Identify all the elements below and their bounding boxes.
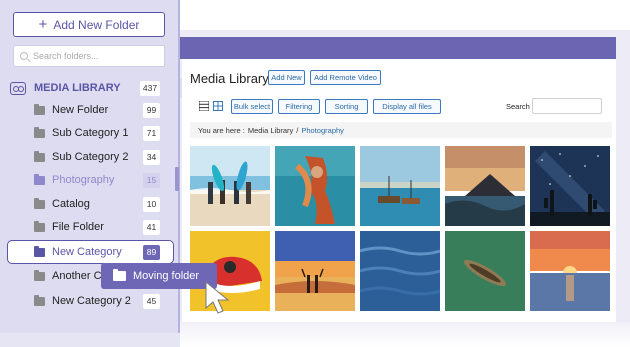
ocean-sunset-image <box>530 231 610 311</box>
background-fade <box>180 322 630 347</box>
folder-icon <box>34 126 45 138</box>
media-search-input[interactable] <box>532 98 602 114</box>
thumbnail-boat-on-green-water[interactable] <box>445 231 525 311</box>
sorting-button[interactable]: Sorting <box>325 99 368 114</box>
media-library-panel: Media Library Add New Add Remote Video B… <box>182 59 616 322</box>
folder-count: 45 <box>143 293 160 309</box>
folder-item-new-category-active[interactable]: New Category 89 <box>7 240 174 264</box>
folder-count: 99 <box>143 102 160 118</box>
folder-item-new-category-2[interactable]: New Category 2 45 <box>34 291 160 311</box>
display-all-files-button[interactable]: Display all files <box>373 99 441 114</box>
thumbnail-starry-cactus-night[interactable] <box>530 146 610 226</box>
mouse-cursor-icon <box>205 280 230 314</box>
folder-label: Sub Category 2 <box>52 151 129 163</box>
folder-label: New Category <box>52 246 122 258</box>
grid-view-icon[interactable] <box>213 101 223 111</box>
folder-label: File Folder <box>52 221 104 233</box>
search-icon <box>20 52 28 60</box>
folder-icon <box>34 173 45 185</box>
thumbnail-harbor-boats[interactable] <box>360 146 440 226</box>
blue-ocean-waves-image <box>360 231 440 311</box>
folder-icon <box>34 150 45 162</box>
thumbnail-blue-ocean-waves[interactable] <box>360 231 440 311</box>
moving-folder-label: Moving folder <box>133 270 200 282</box>
list-view-icon[interactable] <box>199 101 209 111</box>
boat-on-green-water-image <box>445 231 525 311</box>
folder-item-photography[interactable]: Photography 15 <box>34 170 160 190</box>
breadcrumb: You are here : Media Library / Photograp… <box>190 122 612 138</box>
plus-icon: + <box>38 16 48 33</box>
breadcrumb-separator: / <box>296 125 299 135</box>
folder-icon <box>34 294 45 306</box>
folder-icon <box>113 269 126 281</box>
add-new-button[interactable]: Add New <box>268 70 305 85</box>
media-library-count: 437 <box>140 80 160 96</box>
add-new-folder-label: Add New Folder <box>53 17 140 32</box>
sidebar-scroll-indicator[interactable] <box>175 167 179 191</box>
folder-icon <box>34 269 45 281</box>
search-folders-input[interactable] <box>33 51 153 61</box>
mountain-lake-sunset-image <box>445 146 525 226</box>
folder-label: Sub Category 1 <box>52 127 129 139</box>
folder-label: New Folder <box>52 104 109 116</box>
thumbnail-ocean-sunset[interactable] <box>530 231 610 311</box>
harbor-boats-image <box>360 146 440 226</box>
folder-count: 41 <box>143 219 160 235</box>
folder-count: 15 <box>143 172 160 188</box>
top-bar <box>180 37 616 59</box>
page-title: Media Library <box>190 71 269 86</box>
folder-count: 10 <box>143 196 160 212</box>
folder-item-catalog[interactable]: Catalog 10 <box>34 194 160 214</box>
folder-item-sub-category-1[interactable]: Sub Category 1 71 <box>34 123 160 143</box>
thumbnail-beach-surfers[interactable] <box>190 146 270 226</box>
breadcrumb-prefix: You are here : <box>198 125 245 135</box>
folder-label: New Category 2 <box>52 295 131 307</box>
folder-label: Catalog <box>52 198 90 210</box>
media-library-label: MEDIA LIBRARY <box>34 82 121 94</box>
breadcrumb-root[interactable]: Media Library <box>248 126 293 135</box>
underwater-dancer-image <box>275 146 355 226</box>
folder-item-sub-category-2[interactable]: Sub Category 2 34 <box>34 147 160 167</box>
moving-folder-tooltip: Moving folder <box>101 263 217 289</box>
search-folders-field[interactable] <box>13 45 165 67</box>
folder-item-file-folder[interactable]: File Folder 41 <box>34 217 160 237</box>
folder-count: 34 <box>143 149 160 165</box>
filtering-button[interactable]: Filtering <box>278 99 320 114</box>
thumbnail-underwater-dancer[interactable] <box>275 146 355 226</box>
sunset-beach-couple-image <box>275 231 355 311</box>
bulk-select-button[interactable]: Bulk select <box>231 99 273 114</box>
thumbnail-mountain-lake-sunset[interactable] <box>445 146 525 226</box>
folder-count: 71 <box>143 125 160 141</box>
media-library-root[interactable]: MEDIA LIBRARY 437 <box>10 78 160 98</box>
folder-icon <box>34 103 45 115</box>
folder-icon <box>34 197 45 209</box>
add-new-folder-button[interactable]: + Add New Folder <box>13 12 165 37</box>
search-label: Search <box>506 102 530 111</box>
starry-cactus-night-image <box>530 146 610 226</box>
breadcrumb-current: Photography <box>301 125 344 135</box>
media-library-icon <box>10 81 26 95</box>
folder-count: 89 <box>143 244 160 260</box>
folder-item-new-category[interactable]: New Category 89 <box>34 242 160 262</box>
folder-label: Photography <box>52 174 115 186</box>
beach-surfers-image <box>190 146 270 226</box>
folder-item-new-folder[interactable]: New Folder 99 <box>34 100 160 120</box>
folder-icon <box>34 245 45 257</box>
add-remote-video-button[interactable]: Add Remote Video <box>310 70 381 85</box>
thumbnail-sunset-beach-couple[interactable] <box>275 231 355 311</box>
folder-icon <box>34 220 45 232</box>
media-grid <box>190 146 616 311</box>
